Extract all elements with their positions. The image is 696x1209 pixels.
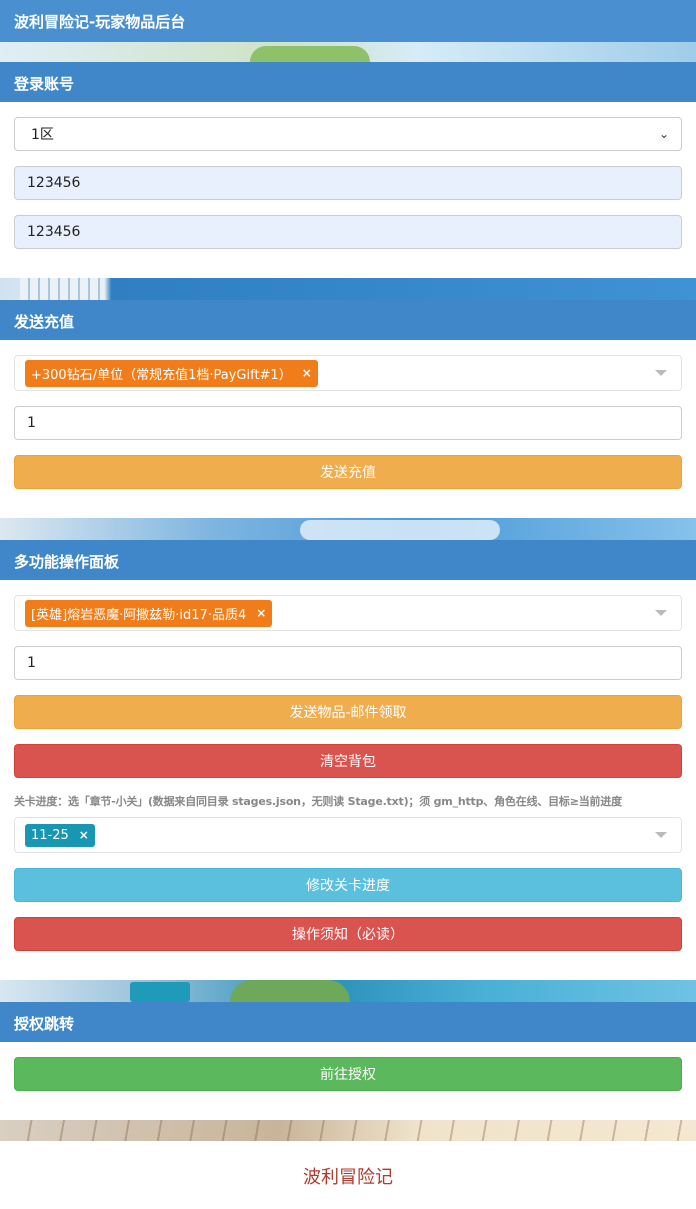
item-quantity-input[interactable]: 1 (14, 646, 682, 680)
dropdown-arrow-icon[interactable] (655, 832, 667, 838)
notice-button[interactable]: 操作须知（必读） (14, 917, 682, 951)
auth-panel: 授权跳转 前往授权 (0, 1002, 696, 1120)
modify-stage-button[interactable]: 修改关卡进度 (14, 868, 682, 902)
login-panel-header: 登录账号 (0, 62, 696, 102)
footer-brand: 波利冒险记 (0, 1141, 696, 1209)
background-scenery (0, 518, 696, 540)
recharge-tag-label: +300钻石/单位（常规充值1档·PayGift#1） (31, 367, 292, 383)
goto-auth-button[interactable]: 前往授权 (14, 1057, 682, 1091)
page-title: 波利冒险记-玩家物品后台 (0, 0, 696, 42)
background-scenery (0, 1120, 696, 1141)
multi-panel-header: 多功能操作面板 (0, 540, 696, 580)
stage-select[interactable]: 11-25 × (14, 817, 682, 853)
background-scenery (0, 980, 696, 1002)
recharge-quantity-input[interactable]: 1 (14, 406, 682, 440)
item-tag-label: [英雄]熔岩恶魔·阿撒兹勒·id17·品质4 (31, 607, 247, 623)
multi-panel: 多功能操作面板 [英雄]熔岩恶魔·阿撒兹勒·id17·品质4 × 1 发送物品-… (0, 540, 696, 980)
server-select-value: 1区 (31, 127, 54, 143)
recharge-select[interactable]: +300钻石/单位（常规充值1档·PayGift#1） × (14, 355, 682, 391)
stage-tag: 11-25 × (25, 823, 95, 847)
login-panel: 登录账号 1区 ⌄ 123456 123456 (0, 62, 696, 278)
item-select[interactable]: [英雄]熔岩恶魔·阿撒兹勒·id17·品质4 × (14, 595, 682, 631)
auth-panel-header: 授权跳转 (0, 1002, 696, 1042)
account-input[interactable]: 123456 (14, 166, 682, 200)
password-input[interactable]: 123456 (14, 215, 682, 249)
send-item-button[interactable]: 发送物品-邮件领取 (14, 695, 682, 729)
dropdown-arrow-icon[interactable] (655, 370, 667, 376)
background-scenery (0, 278, 696, 300)
remove-tag-icon[interactable]: × (302, 366, 312, 380)
recharge-panel-header: 发送充值 (0, 300, 696, 340)
stage-tag-label: 11-25 (31, 827, 69, 843)
send-recharge-button[interactable]: 发送充值 (14, 455, 682, 489)
item-tag: [英雄]熔岩恶魔·阿撒兹勒·id17·品质4 × (25, 599, 273, 627)
remove-tag-icon[interactable]: × (79, 828, 89, 842)
dropdown-arrow-icon[interactable] (655, 610, 667, 616)
clear-bag-button[interactable]: 清空背包 (14, 744, 682, 778)
stage-hint: 关卡进度：选「章节-小关」(数据来自同目录 stages.json，无则读 St… (14, 795, 622, 808)
chevron-down-icon: ⌄ (658, 127, 669, 141)
recharge-tag: +300钻石/单位（常规充值1档·PayGift#1） × (25, 359, 318, 387)
recharge-panel: 发送充值 +300钻石/单位（常规充值1档·PayGift#1） × 1 发送充… (0, 300, 696, 518)
background-scenery (0, 42, 696, 62)
remove-tag-icon[interactable]: × (256, 606, 266, 620)
server-select[interactable]: 1区 ⌄ (14, 117, 682, 151)
